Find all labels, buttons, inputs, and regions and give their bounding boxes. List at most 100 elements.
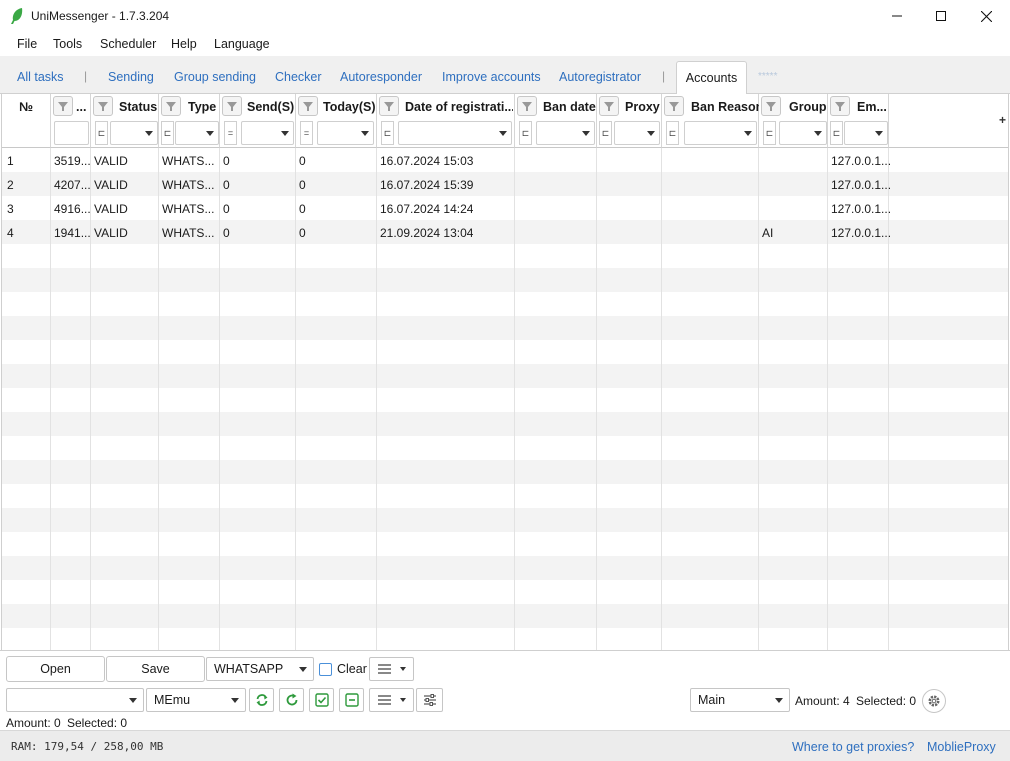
menu-language[interactable]: Language [214, 37, 270, 51]
column-header-phone[interactable]: ... [51, 94, 91, 148]
column-header-group[interactable]: Group ⊏ [759, 94, 828, 148]
column-header-ban-reason[interactable]: Ban Reason ⊏ [662, 94, 763, 148]
check-all-button[interactable] [309, 688, 334, 712]
accounts-table: № ... Status ⊏ Type ⊏ Send(S) = Today(S)… [1, 94, 1009, 650]
menu-help[interactable]: Help [171, 37, 197, 51]
tab-accounts[interactable]: Accounts [676, 61, 747, 95]
sync-button[interactable] [249, 688, 274, 712]
filter-dropdown[interactable] [317, 121, 374, 145]
table-row-empty [2, 604, 1008, 628]
cell-type: WHATS... [162, 154, 215, 168]
tab-autoregistrator[interactable]: Autoregistrator [559, 70, 641, 84]
open-button[interactable]: Open [6, 656, 105, 682]
actions-menu-button[interactable] [369, 688, 414, 712]
tab-improve-accounts[interactable]: Improve accounts [442, 70, 541, 84]
table-row-empty [2, 364, 1008, 388]
minimize-button[interactable] [874, 0, 920, 32]
maximize-icon [936, 11, 946, 21]
settings-sliders-button[interactable] [416, 688, 443, 712]
column-header-registration-date[interactable]: Date of registrati... ⊏ [377, 94, 515, 148]
selected-label: Selected: 0 [856, 694, 917, 708]
filter-dropdown[interactable] [175, 121, 219, 145]
filter-dropdown[interactable] [398, 121, 512, 145]
filter-funnel-icon[interactable] [761, 96, 781, 116]
group-select[interactable]: Main [690, 688, 790, 712]
filter-dropdown[interactable] [844, 121, 888, 145]
menu-scheduler[interactable]: Scheduler [100, 37, 156, 51]
tab-checker[interactable]: Checker [275, 70, 322, 84]
cell-today: 0 [299, 226, 306, 240]
cell-emulator: 127.0.0.1... [831, 202, 892, 216]
filter-dropdown[interactable] [536, 121, 595, 145]
proxies-link[interactable]: Where to get proxies? [792, 740, 914, 754]
filter-funnel-icon[interactable] [93, 96, 113, 116]
menu-tools[interactable]: Tools [53, 37, 82, 51]
tab-autoresponder[interactable]: Autoresponder [340, 70, 422, 84]
column-header-send[interactable]: Send(S) = [220, 94, 296, 148]
cell-type: WHATS... [162, 202, 215, 216]
filter-funnel-icon[interactable] [830, 96, 850, 116]
save-button[interactable]: Save [106, 656, 205, 682]
messenger-type-value: WHATSAPP [214, 662, 284, 676]
filter-operator[interactable]: ⊏ [519, 121, 532, 145]
column-header-status[interactable]: Status ⊏ [91, 94, 159, 148]
column-header-proxy[interactable]: Proxy ⊏ [597, 94, 662, 148]
group-value: Main [698, 693, 726, 707]
cell-today: 0 [299, 202, 306, 216]
tab-sending[interactable]: Sending [108, 70, 154, 84]
filter-dropdown[interactable] [779, 121, 827, 145]
filter-operator[interactable]: = [224, 121, 237, 145]
account-select[interactable] [6, 688, 144, 712]
tab-all-tasks[interactable]: All tasks [17, 70, 64, 84]
filter-operator[interactable]: ⊏ [830, 121, 843, 145]
ram-usage: RAM: 179,54 / 258,00 MB [11, 740, 164, 753]
refresh-button[interactable] [279, 688, 304, 712]
cell-today: 0 [299, 178, 306, 192]
cell-group: AI [762, 226, 774, 240]
cell-type: WHATS... [162, 226, 215, 240]
messenger-type-select[interactable]: WHATSAPP [206, 657, 314, 681]
list-menu-button[interactable] [369, 657, 414, 681]
maximize-button[interactable] [918, 0, 964, 32]
column-header-today[interactable]: Today(S) = [296, 94, 377, 148]
filter-funnel-icon[interactable] [53, 96, 73, 116]
uncheck-all-button[interactable] [339, 688, 364, 712]
filter-funnel-icon[interactable] [222, 96, 242, 116]
clear-checkbox[interactable] [319, 663, 332, 676]
mobile-proxy-link[interactable]: MoblieProxy [927, 740, 996, 754]
filter-operator[interactable]: = [300, 121, 313, 145]
filter-input[interactable] [54, 121, 89, 145]
table-row-empty [2, 580, 1008, 604]
filter-funnel-icon[interactable] [664, 96, 684, 116]
filter-funnel-icon[interactable] [298, 96, 318, 116]
column-label: Em... [857, 100, 887, 114]
filter-funnel-icon[interactable] [599, 96, 619, 116]
menu-file[interactable]: File [17, 37, 37, 51]
filter-funnel-icon[interactable] [517, 96, 537, 116]
emulator-select[interactable]: MEmu [146, 688, 246, 712]
filter-operator[interactable]: ⊏ [381, 121, 394, 145]
column-header-filler [889, 94, 1008, 148]
filter-operator[interactable]: ⊏ [95, 121, 108, 145]
cell-number: 3 [7, 202, 14, 216]
close-button[interactable] [963, 0, 1009, 32]
filter-dropdown[interactable] [684, 121, 757, 145]
add-column-button[interactable]: + [999, 113, 1006, 127]
gear-button[interactable] [922, 689, 946, 713]
filter-dropdown[interactable] [614, 121, 660, 145]
tab-hidden[interactable]: ***** [758, 71, 777, 82]
column-header-emulator[interactable]: Em... ⊏ [828, 94, 889, 148]
filter-dropdown[interactable] [110, 121, 158, 145]
filter-operator[interactable]: ⊏ [763, 121, 776, 145]
column-header-ban-date[interactable]: Ban date ⊏ [515, 94, 597, 148]
column-header-type[interactable]: Type ⊏ [159, 94, 220, 148]
filter-funnel-icon[interactable] [379, 96, 399, 116]
filter-operator[interactable]: ⊏ [161, 121, 174, 145]
filter-operator[interactable]: ⊏ [599, 121, 612, 145]
filter-dropdown[interactable] [241, 121, 294, 145]
filter-operator[interactable]: ⊏ [666, 121, 679, 145]
filter-funnel-icon[interactable] [161, 96, 181, 116]
column-header-number[interactable]: № [2, 94, 51, 148]
tab-group-sending[interactable]: Group sending [174, 70, 256, 84]
table-row-empty [2, 436, 1008, 460]
